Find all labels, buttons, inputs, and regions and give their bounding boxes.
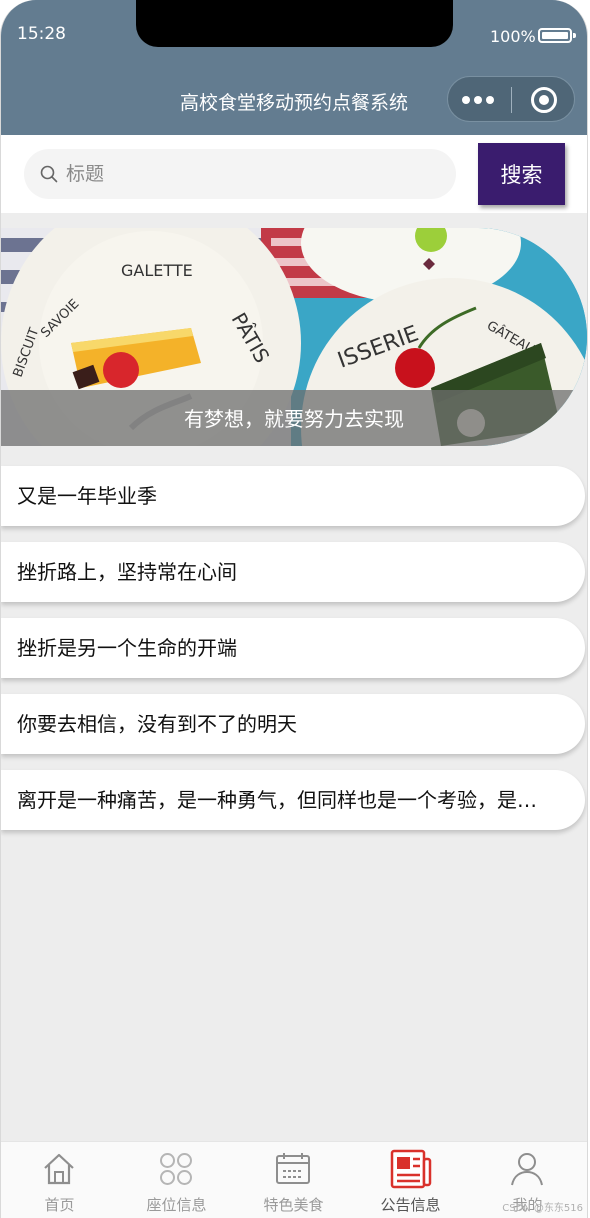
home-icon — [44, 1153, 74, 1185]
search-icon — [40, 165, 58, 183]
banner-carousel[interactable]: GALETTE PÂTIS BISCUIT SAVOIE ISSERIE GÂT… — [1, 228, 587, 446]
list-item[interactable]: 挫折路上，坚持常在心间 — [1, 542, 585, 602]
search-button[interactable]: 搜索 — [478, 143, 565, 205]
banner-caption: 有梦想，就要努力去实现 — [1, 390, 587, 446]
seat-grid-icon — [160, 1153, 192, 1185]
camera-notch — [136, 0, 453, 47]
search-input[interactable] — [66, 149, 446, 199]
news-icon — [390, 1149, 432, 1189]
list-item[interactable]: 离开是一种痛苦，是一种勇气，但同样也是一个考验，是… — [1, 770, 585, 830]
watermark: CSDN @东东516 — [502, 1203, 583, 1214]
notice-list: 又是一年毕业季 挫折路上，坚持常在心间 挫折是另一个生命的开端 你要去相信，没有… — [1, 466, 587, 846]
user-icon — [511, 1153, 543, 1186]
tab-label: 座位信息 — [146, 1196, 207, 1214]
tab-label: 特色美食 — [263, 1196, 324, 1214]
battery-percent: 100% — [490, 27, 536, 46]
tab-label: 公告信息 — [380, 1196, 441, 1214]
status-time: 15:28 — [17, 24, 66, 44]
list-item[interactable]: 你要去相信，没有到不了的明天 — [1, 694, 585, 754]
capsule-divider — [511, 87, 512, 113]
tab-bar: 首页 座位信息 特色美食 公告信息 我的 CSDN @东东516 — [1, 1141, 587, 1218]
notice-title: 又是一年毕业季 — [17, 484, 157, 508]
notice-title: 挫折是另一个生命的开端 — [17, 636, 237, 660]
battery-icon — [538, 28, 576, 43]
target-circle-icon[interactable] — [531, 87, 557, 113]
search-bar: 搜索 — [1, 135, 587, 213]
list-item[interactable]: 挫折是另一个生命的开端 — [1, 618, 585, 678]
calendar-icon — [276, 1153, 310, 1184]
header: 15:28 100% 高校食堂移动预约点餐系统 — [1, 0, 587, 135]
tab-home[interactable]: 首页 — [1, 1142, 118, 1218]
tab-label: 首页 — [44, 1196, 75, 1214]
phone-frame: 15:28 100% 高校食堂移动预约点餐系统 搜索 — [0, 0, 588, 1218]
mini-program-capsule — [447, 76, 575, 122]
tab-seats[interactable]: 座位信息 — [118, 1142, 235, 1218]
tab-notices[interactable]: 公告信息 — [352, 1142, 469, 1218]
notice-title: 挫折路上，坚持常在心间 — [17, 560, 237, 584]
list-item[interactable]: 又是一年毕业季 — [1, 466, 585, 526]
tab-food[interactable]: 特色美食 — [235, 1142, 352, 1218]
notice-title: 离开是一种痛苦，是一种勇气，但同样也是一个考验，是… — [17, 788, 537, 812]
more-dots-icon[interactable] — [462, 89, 498, 109]
notice-title: 你要去相信，没有到不了的明天 — [17, 712, 297, 736]
search-box — [24, 149, 456, 199]
plate-text-left: GALETTE — [121, 261, 193, 280]
